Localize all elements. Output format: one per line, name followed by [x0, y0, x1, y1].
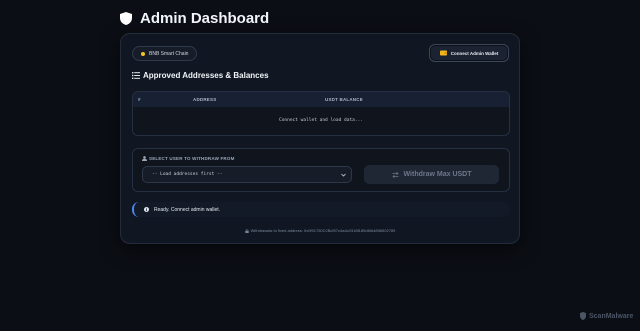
status-message: Ready. Connect admin wallet. — [132, 202, 510, 217]
page-title: Admin Dashboard — [120, 10, 269, 27]
section-title: Approved Addresses & Balances — [132, 71, 269, 80]
watermark-text: ScanMalware — [589, 312, 634, 320]
withdraw-select-label: SELECT USER TO WITHDRAW FROM — [142, 156, 235, 161]
section-title-text: Approved Addresses & Balances — [143, 71, 269, 80]
shield-icon — [120, 12, 132, 25]
column-header-index: # — [138, 97, 141, 102]
dashboard-card: BNB Smart Chain Connect Admin Wallet App… — [120, 33, 520, 244]
withdrawal-address-text: Withdrawals to fixed address: 0x0f91750C… — [250, 228, 396, 233]
user-select[interactable]: -- Load addresses first -- — [142, 166, 352, 183]
withdraw-max-button[interactable]: Withdraw Max USDT — [364, 165, 499, 184]
wallet-icon — [439, 50, 447, 56]
scanmalware-logo-icon — [580, 312, 586, 320]
column-header-balance: USDT BALANCE — [325, 97, 363, 102]
swap-icon — [391, 171, 399, 178]
network-badge: BNB Smart Chain — [132, 46, 198, 61]
chevron-down-icon — [341, 173, 346, 177]
connect-wallet-button[interactable]: Connect Admin Wallet — [429, 44, 509, 62]
user-select-value: -- Load addresses first -- — [152, 172, 223, 177]
user-icon — [142, 156, 147, 161]
table-header: # ADDRESS USDT BALANCE — [133, 92, 509, 107]
lock-icon — [244, 228, 249, 233]
status-text: Ready. Connect admin wallet. — [154, 206, 221, 213]
withdrawal-address-note: Withdrawals to fixed address: 0x0f91750C… — [121, 228, 519, 233]
column-header-address: ADDRESS — [193, 97, 217, 102]
list-icon — [132, 72, 140, 79]
withdraw-max-label: Withdraw Max USDT — [403, 171, 472, 178]
withdraw-panel: SELECT USER TO WITHDRAW FROM -- Load add… — [132, 148, 510, 192]
watermark: ScanMalware — [579, 312, 633, 320]
network-badge-label: BNB Smart Chain — [149, 50, 189, 57]
addresses-table: # ADDRESS USDT BALANCE Connect wallet an… — [132, 91, 510, 136]
connect-wallet-label: Connect Admin Wallet — [450, 50, 499, 56]
page-title-text: Admin Dashboard — [140, 10, 270, 27]
info-icon — [144, 207, 149, 212]
table-empty-message: Connect wallet and load data... — [279, 118, 363, 123]
withdraw-select-label-text: SELECT USER TO WITHDRAW FROM — [149, 156, 235, 161]
network-status-dot — [141, 51, 145, 56]
